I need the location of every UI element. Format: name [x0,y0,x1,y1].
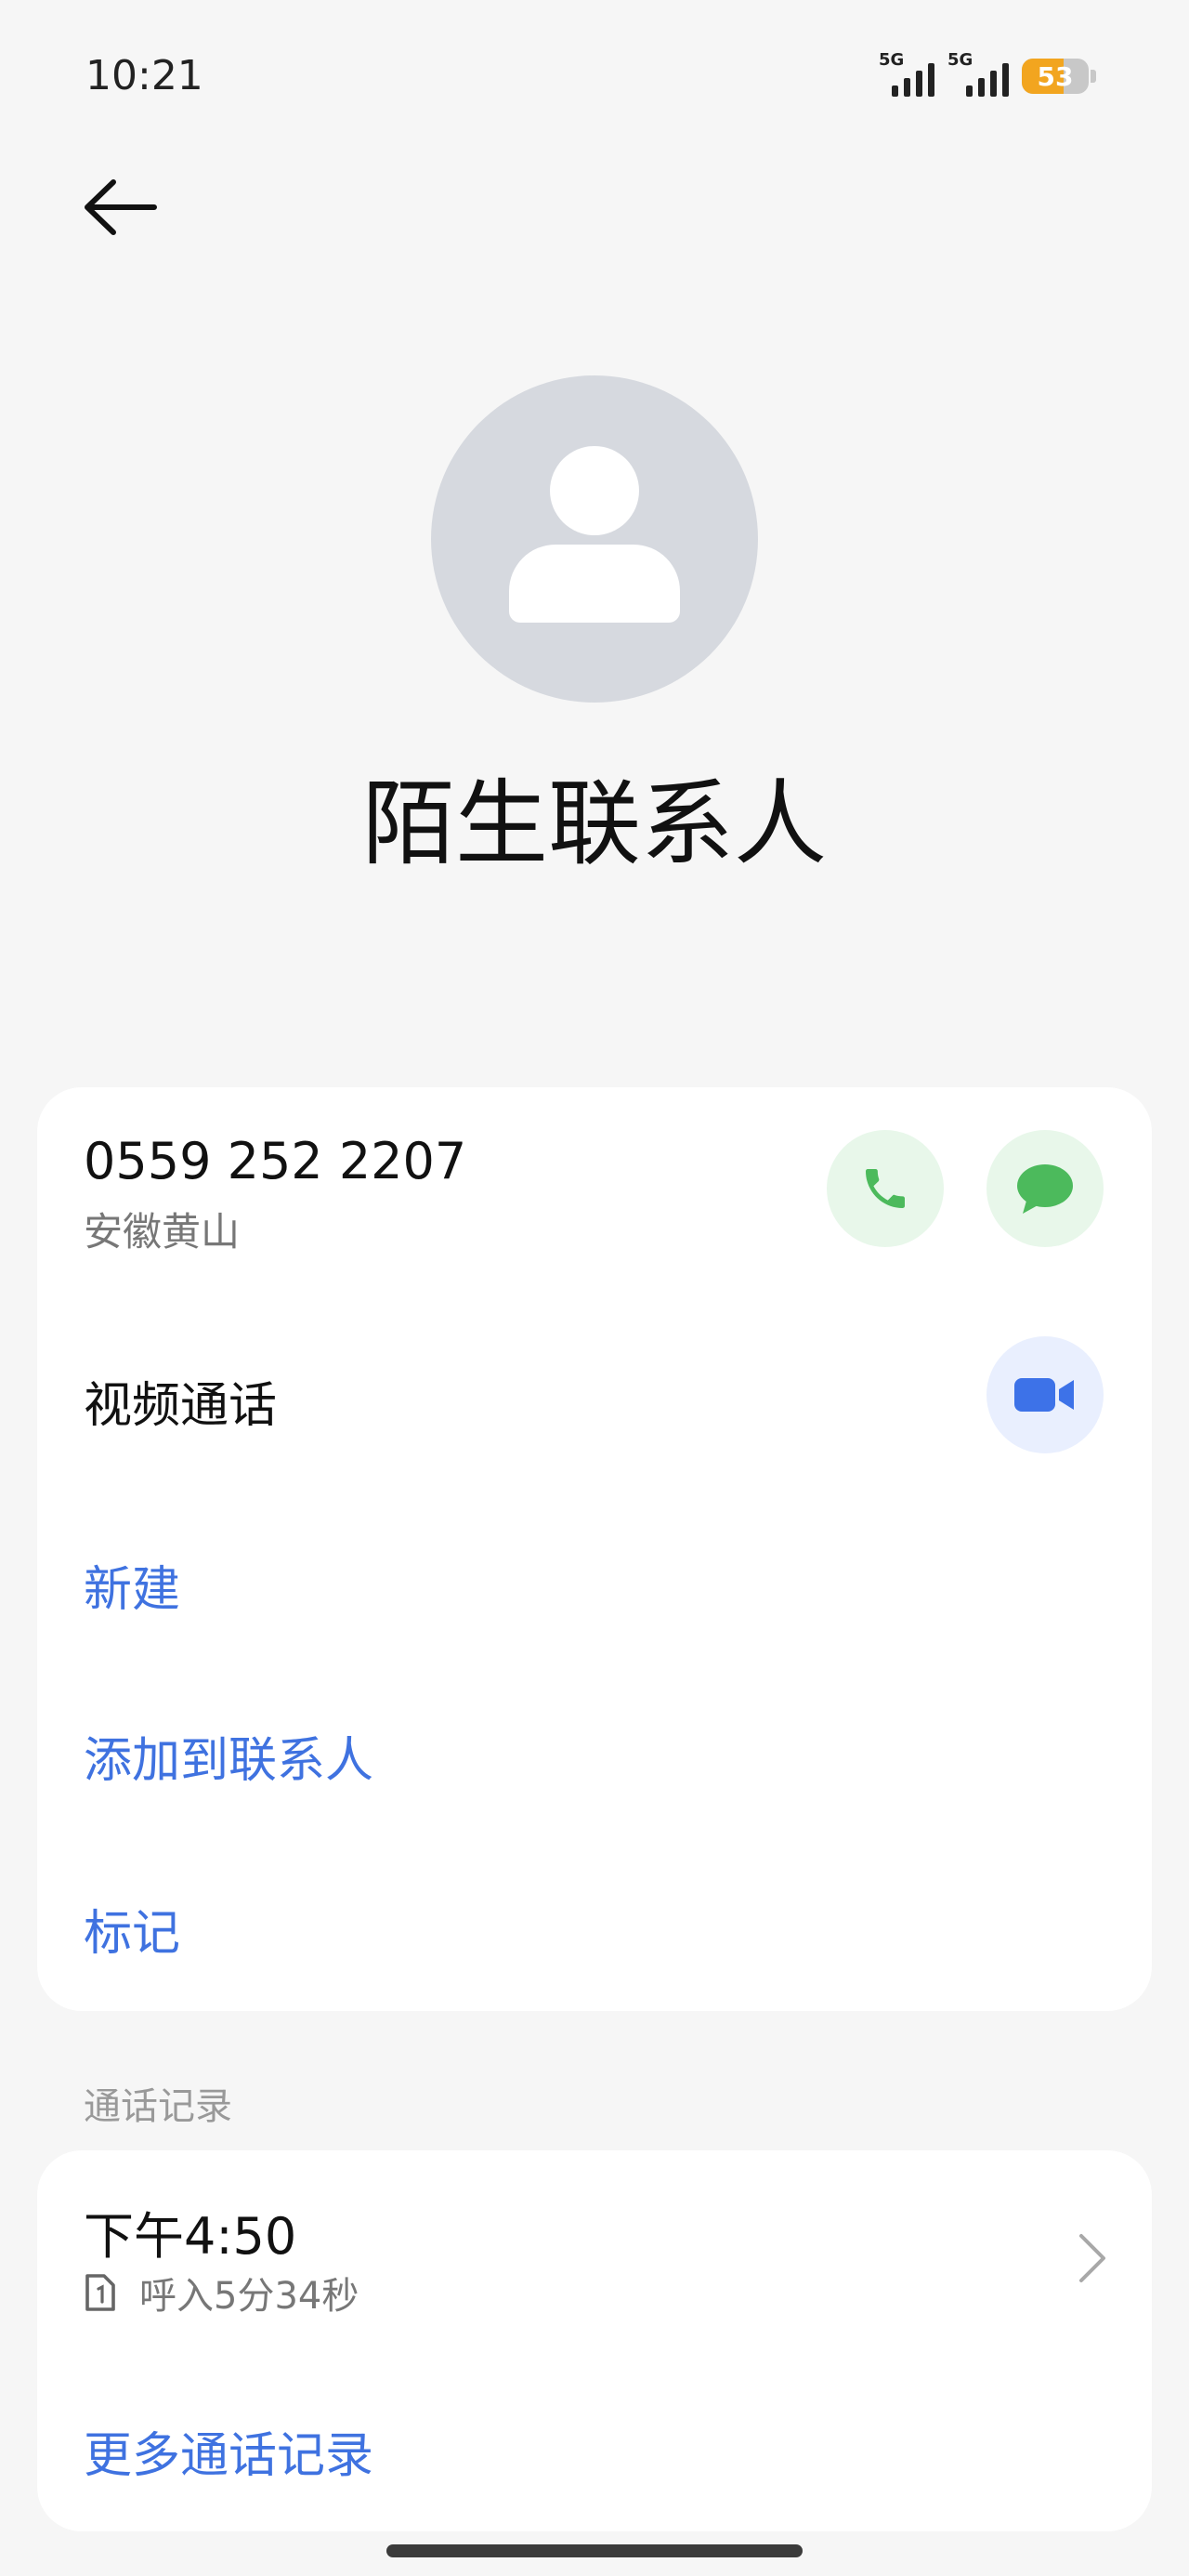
contact-name: 陌生联系人 [362,769,827,878]
home-indicator[interactable] [386,2544,803,2557]
new-contact-link[interactable]: 新建 [84,1550,180,1620]
phone-location: 安徽黄山 [84,1209,241,1255]
video-call-button[interactable] [986,1336,1104,1453]
status-icons: 5G 5G 53 [879,50,1096,97]
signal-strength-icon: 5G [879,50,936,97]
back-button[interactable] [80,175,163,240]
status-time: 10:21 [85,52,203,99]
avatar [431,375,758,703]
video-call-label[interactable]: 视频通话 [84,1366,277,1436]
arrow-left-icon [85,179,157,235]
call-log-time[interactable]: 下午4:50 [84,2195,296,2268]
phone-number[interactable]: 0559 252 2207 [84,1132,466,1190]
battery-level: 53 [1037,60,1074,92]
call-log-duration: 呼入5分34秒 [139,2275,359,2318]
call-log-detail: 呼入5分34秒 [84,2266,359,2320]
video-camera-icon [1014,1378,1074,1412]
mark-number-link[interactable]: 标记 [84,1894,180,1964]
message-icon [1017,1164,1073,1214]
network-type-label: 5G [879,50,905,70]
call-log-section-title: 通话记录 [84,2085,232,2128]
more-call-log-link[interactable]: 更多通话记录 [84,2416,373,2486]
battery-icon: 53 [1022,59,1089,94]
call-button[interactable] [827,1130,944,1247]
network-type-label: 5G [947,50,973,70]
signal-strength-icon: 5G [947,50,1009,97]
sim1-icon [85,2274,115,2311]
message-button[interactable] [986,1130,1104,1247]
chevron-right-icon[interactable] [1076,2230,1109,2286]
person-icon [550,446,639,535]
phone-icon [866,1169,905,1208]
add-to-contacts-link[interactable]: 添加到联系人 [84,1721,373,1791]
